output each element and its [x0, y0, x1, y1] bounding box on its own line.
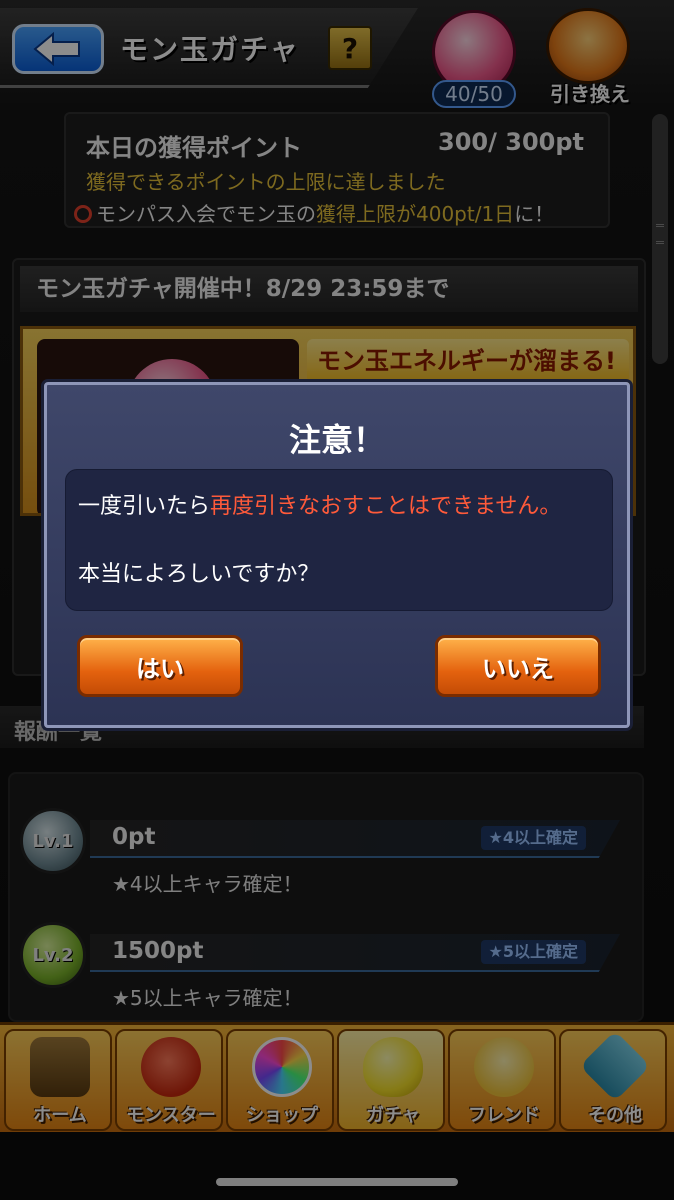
dialog-title: 注意！	[288, 421, 385, 459]
dialog-question: 本当によろしいですか？	[78, 562, 320, 587]
yes-button[interactable]: はい	[77, 635, 243, 697]
app-root: モン玉ガチャ ? 40/50 引き換え 本日の獲得ポイント 300/ 300pt…	[0, 0, 674, 1200]
no-button[interactable]: いいえ	[435, 635, 601, 697]
dialog-message: 一度引いたら再度引きなおすことはできません。	[78, 488, 561, 520]
dialog-warning: 再度引きなおすことはできません。	[210, 494, 562, 519]
dialog-message-prefix: 一度引いたら	[78, 494, 211, 519]
dialog-body: 一度引いたら再度引きなおすことはできません。 本当によろしいですか？	[65, 469, 613, 611]
confirm-dialog: 注意！ 一度引いたら再度引きなおすことはできません。 本当によろしいですか？ は…	[44, 382, 630, 728]
